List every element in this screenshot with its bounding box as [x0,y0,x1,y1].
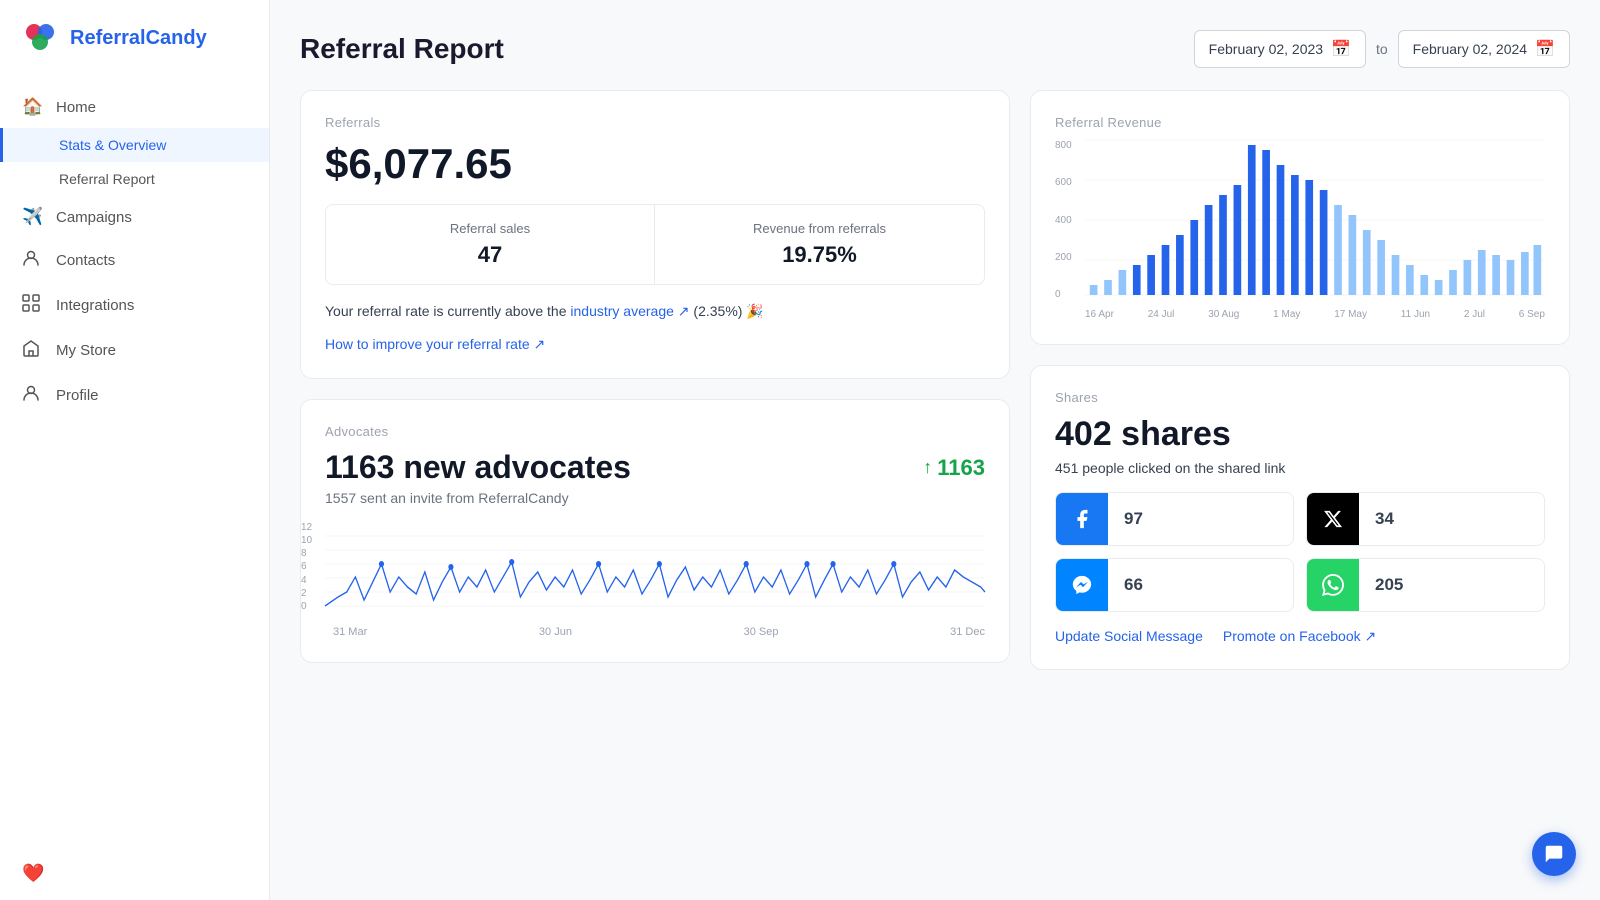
sidebar-item-integrations-label: Integrations [56,297,134,314]
referrals-card: Referrals $6,077.65 Referral sales 47 Re… [300,90,1010,379]
calendar-from-icon: 📅 [1331,39,1351,59]
revenue-from-referrals-label: Revenue from referrals [675,221,964,236]
date-to-value: February 02, 2024 [1413,41,1527,57]
trend-value: 1163 [937,455,985,481]
home-icon: 🏠 [22,97,44,117]
sidebar: ReferralCandy 🏠 Home Stats & Overview Re… [0,0,270,900]
messenger-icon [1056,559,1108,611]
sidebar-item-my-store-label: My Store [56,342,116,359]
sidebar-item-my-store[interactable]: My Store [0,328,269,373]
sidebar-item-profile-label: Profile [56,387,99,404]
referral-sales-value: 47 [346,242,634,268]
facebook-share-button[interactable]: 97 [1055,492,1294,546]
contacts-icon [22,249,44,272]
sidebar-item-home-label: Home [56,99,96,116]
revenue-y-labels: 800 600 400 200 0 [1055,140,1072,300]
advocates-label: Advocates [325,424,985,439]
logo-text: ReferralCandy [70,27,207,50]
referral-sales-cell: Referral sales 47 [326,205,655,284]
logo-icon [20,18,60,58]
twitter-share-button[interactable]: 34 [1306,492,1545,546]
twitter-icon [1307,493,1359,545]
share-buttons-grid: 97 34 66 [1055,492,1545,612]
page-header: Referral Report February 02, 2023 📅 to F… [300,30,1570,68]
shares-links: Update Social Message Promote on Faceboo… [1055,628,1545,645]
shares-label: Shares [1055,390,1545,405]
referrals-label: Referrals [325,115,985,130]
sidebar-item-referral-report[interactable]: Referral Report [0,162,269,196]
advocates-sub: 1557 sent an invite from ReferralCandy [325,490,985,506]
my-store-icon [22,339,44,362]
revenue-bar-chart [1085,140,1545,300]
sidebar-item-campaigns[interactable]: ✈️ Campaigns [0,196,269,238]
right-column: Referral Revenue 800 600 400 200 0 [1030,90,1570,670]
page-title: Referral Report [300,33,504,65]
date-separator: to [1376,41,1388,57]
industry-average-link[interactable]: industry average ↗ [570,303,689,319]
left-column: Referrals $6,077.65 Referral sales 47 Re… [300,90,1010,670]
date-from-input[interactable]: February 02, 2023 📅 [1194,30,1366,68]
shares-big-number: 402 shares [1055,415,1545,454]
sidebar-item-contacts-label: Contacts [56,252,115,269]
advocates-chart: 12 10 8 6 4 2 0 [325,522,985,622]
twitter-count: 34 [1359,509,1410,529]
date-from-value: February 02, 2023 [1209,41,1323,57]
campaigns-icon: ✈️ [22,207,44,227]
whatsapp-count: 205 [1359,575,1419,595]
sidebar-item-profile[interactable]: Profile [0,373,269,418]
revenue-from-referrals-value: 19.75% [675,242,964,268]
referral-note-pct: (2.35%) 🎉 [693,303,763,319]
sidebar-item-campaigns-label: Campaigns [56,209,132,226]
whatsapp-share-button[interactable]: 205 [1306,558,1545,612]
promote-on-facebook-link[interactable]: Promote on Facebook ↗ [1223,628,1376,645]
messenger-share-button[interactable]: 66 [1055,558,1294,612]
trend-up-icon: ↑ [923,457,932,478]
whatsapp-icon [1307,559,1359,611]
referral-sales-label: Referral sales [346,221,634,236]
shares-sub: 451 people clicked on the shared link [1055,460,1545,476]
stats-row: Referral sales 47 Revenue from referrals… [325,204,985,285]
date-range: February 02, 2023 📅 to February 02, 2024… [1194,30,1570,68]
messenger-count: 66 [1108,575,1159,595]
nav: 🏠 Home Stats & Overview Referral Report … [0,76,269,847]
sidebar-item-referral-label: Referral Report [59,171,155,187]
sidebar-item-contacts[interactable]: Contacts [0,238,269,283]
chart-x-labels: 31 Mar 30 Jun 30 Sep 31 Dec [325,626,985,638]
logo[interactable]: ReferralCandy [0,0,269,76]
chat-fab-button[interactable] [1532,832,1576,876]
revenue-x-labels: 16 Apr 24 Jul 30 Aug 1 May 17 May 11 Jun… [1085,309,1545,320]
referrals-big-number: $6,077.65 [325,140,985,188]
sidebar-item-stats-label: Stats & Overview [59,137,166,153]
advocates-trend: ↑ 1163 [923,455,985,481]
sidebar-item-home[interactable]: 🏠 Home [0,86,269,128]
chat-icon [1543,843,1565,865]
shares-card: Shares 402 shares 451 people clicked on … [1030,365,1570,670]
referral-note: Your referral rate is currently above th… [325,303,985,320]
chart-y-labels: 12 10 8 6 4 2 0 [301,522,312,612]
revenue-from-referrals-cell: Revenue from referrals 19.75% [655,205,984,284]
date-to-input[interactable]: February 02, 2024 📅 [1398,30,1570,68]
integrations-icon [22,294,44,317]
advocates-sparkline [325,522,985,622]
facebook-count: 97 [1108,509,1159,529]
revenue-chart-wrapper: 800 600 400 200 0 [1055,140,1545,320]
calendar-to-icon: 📅 [1535,39,1555,59]
revenue-card: Referral Revenue 800 600 400 200 0 [1030,90,1570,345]
content-grid: Referrals $6,077.65 Referral sales 47 Re… [300,90,1570,670]
sidebar-item-stats[interactable]: Stats & Overview [0,128,269,162]
revenue-label: Referral Revenue [1055,115,1545,130]
advocates-big-number: 1163 new advocates [325,449,631,486]
sidebar-bottom: ❤️ [0,847,269,900]
improve-referral-link[interactable]: How to improve your referral rate ↗ [325,336,545,353]
advocates-header: 1163 new advocates ↑ 1163 [325,449,985,486]
update-social-message-link[interactable]: Update Social Message [1055,628,1203,645]
sidebar-item-integrations[interactable]: Integrations [0,283,269,328]
profile-icon [22,384,44,407]
referral-note-text: Your referral rate is currently above th… [325,303,567,319]
facebook-icon [1056,493,1108,545]
advocates-card: Advocates 1163 new advocates ↑ 1163 1557… [300,399,1010,663]
main-content: Referral Report February 02, 2023 📅 to F… [270,0,1600,900]
